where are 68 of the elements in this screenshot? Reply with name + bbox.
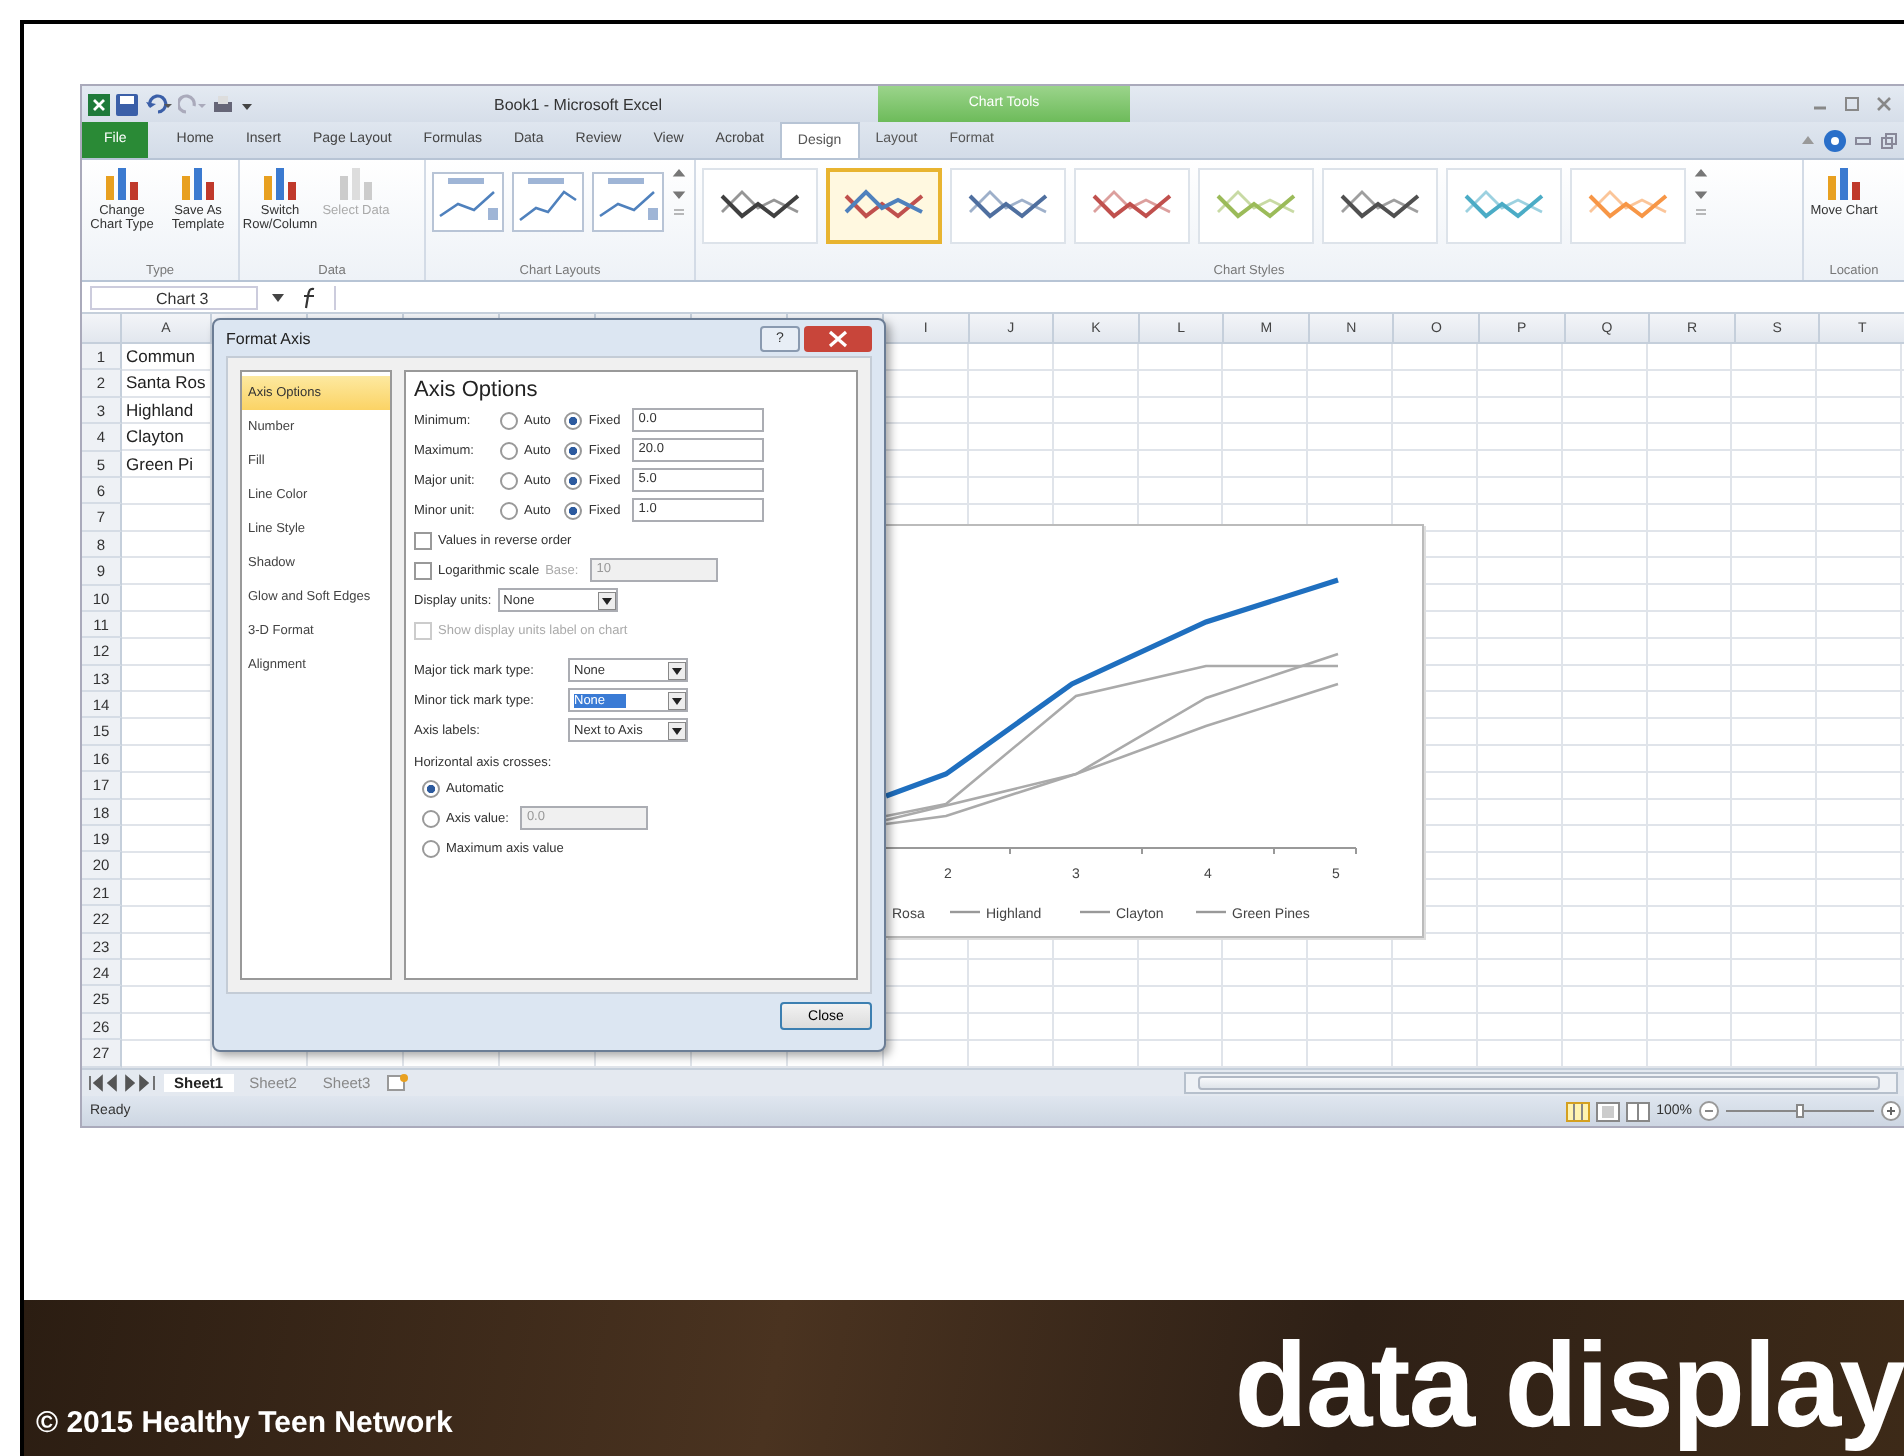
radio-button[interactable] <box>500 411 518 429</box>
dropdown-arrow-icon[interactable] <box>668 691 686 709</box>
data-line[interactable] <box>886 577 1339 799</box>
radio-button[interactable] <box>500 441 518 459</box>
checkbox[interactable] <box>414 561 432 579</box>
dropdown-arrow-icon[interactable] <box>668 661 686 679</box>
checkbox[interactable] <box>414 531 432 549</box>
page-break-view-icon[interactable] <box>1626 1101 1651 1121</box>
name-box[interactable]: Chart 3 <box>90 285 258 309</box>
page-layout-view-icon[interactable] <box>1596 1101 1621 1121</box>
zoom-out-icon[interactable] <box>1698 1100 1720 1122</box>
legend-line-icon <box>950 910 980 914</box>
window-title: Book1 - Microsoft Excel <box>494 95 663 113</box>
bar-chart-icon <box>100 164 144 204</box>
chart-style-thumbnail[interactable] <box>950 168 1066 244</box>
slide-title: data display <box>1234 1320 1904 1452</box>
chart-layout-thumbnail[interactable] <box>512 172 584 232</box>
chart-style-thumbnail[interactable] <box>1198 168 1314 244</box>
chart-style-thumbnail[interactable] <box>1322 168 1438 244</box>
bar-chart-icon <box>334 164 378 204</box>
radio-button[interactable] <box>564 441 583 459</box>
restore-icon[interactable] <box>1880 131 1898 149</box>
dialog-title: Format Axis <box>226 329 311 347</box>
close-button[interactable] <box>804 325 872 351</box>
table-cell[interactable]: Clayton <box>122 424 212 452</box>
radio-button[interactable] <box>564 501 583 519</box>
table-cell[interactable]: Commun <box>122 344 212 371</box>
dropdown-arrow-icon[interactable] <box>668 721 686 739</box>
chart-style-thumbnail[interactable] <box>1446 168 1562 244</box>
caret-icon[interactable] <box>270 289 286 305</box>
bar-chart-icon <box>176 164 220 204</box>
radio-button[interactable] <box>422 839 440 857</box>
gallery-scroll-icon[interactable] <box>1694 164 1708 220</box>
radio-button[interactable] <box>422 809 440 827</box>
bar-chart-icon <box>1822 164 1866 204</box>
legend-line-icon <box>1080 910 1110 914</box>
excel-logo-icon <box>88 93 110 115</box>
radio-button[interactable] <box>422 779 440 797</box>
section-heading: Axis Options <box>414 378 540 402</box>
help-icon[interactable] <box>1824 129 1846 151</box>
copyright-text: © 2015 Healthy Teen Network <box>36 1406 453 1440</box>
insert-sheet-icon[interactable] <box>386 1074 411 1092</box>
slider-thumb[interactable] <box>1796 1104 1804 1118</box>
radio-button[interactable] <box>564 411 583 429</box>
print-icon[interactable] <box>212 93 234 115</box>
chart-style-thumbnail[interactable] <box>1074 168 1190 244</box>
minimize-icon[interactable] <box>1854 131 1872 149</box>
radio-button[interactable] <box>500 471 518 489</box>
bar-chart-icon <box>258 164 302 204</box>
chart-style-thumbnail[interactable] <box>1570 168 1686 244</box>
horizontal-scrollbar[interactable] <box>1184 1072 1898 1094</box>
gallery-scroll-icon[interactable] <box>672 164 686 220</box>
sheet-navigation-icon[interactable] <box>86 1074 158 1092</box>
zoom-in-icon[interactable] <box>1880 1100 1902 1122</box>
normal-view-icon[interactable] <box>1566 1101 1591 1121</box>
chart-layout-thumbnail[interactable] <box>432 172 504 232</box>
chart-layout-thumbnail[interactable] <box>592 172 664 232</box>
legend-line-icon <box>1196 910 1226 914</box>
save-icon[interactable] <box>116 93 138 115</box>
radio-button[interactable] <box>564 471 583 489</box>
table-cell[interactable]: Highland <box>122 397 212 425</box>
undo-icon[interactable] <box>144 93 172 115</box>
dropdown-arrow-icon[interactable] <box>597 591 616 609</box>
chart-style-thumbnail[interactable] <box>702 168 818 244</box>
chart-style-thumbnail[interactable] <box>826 168 942 244</box>
table-cell[interactable]: Santa Ros <box>122 370 212 398</box>
table-cell[interactable]: Green Pi <box>122 451 212 478</box>
radio-button[interactable] <box>500 501 518 519</box>
